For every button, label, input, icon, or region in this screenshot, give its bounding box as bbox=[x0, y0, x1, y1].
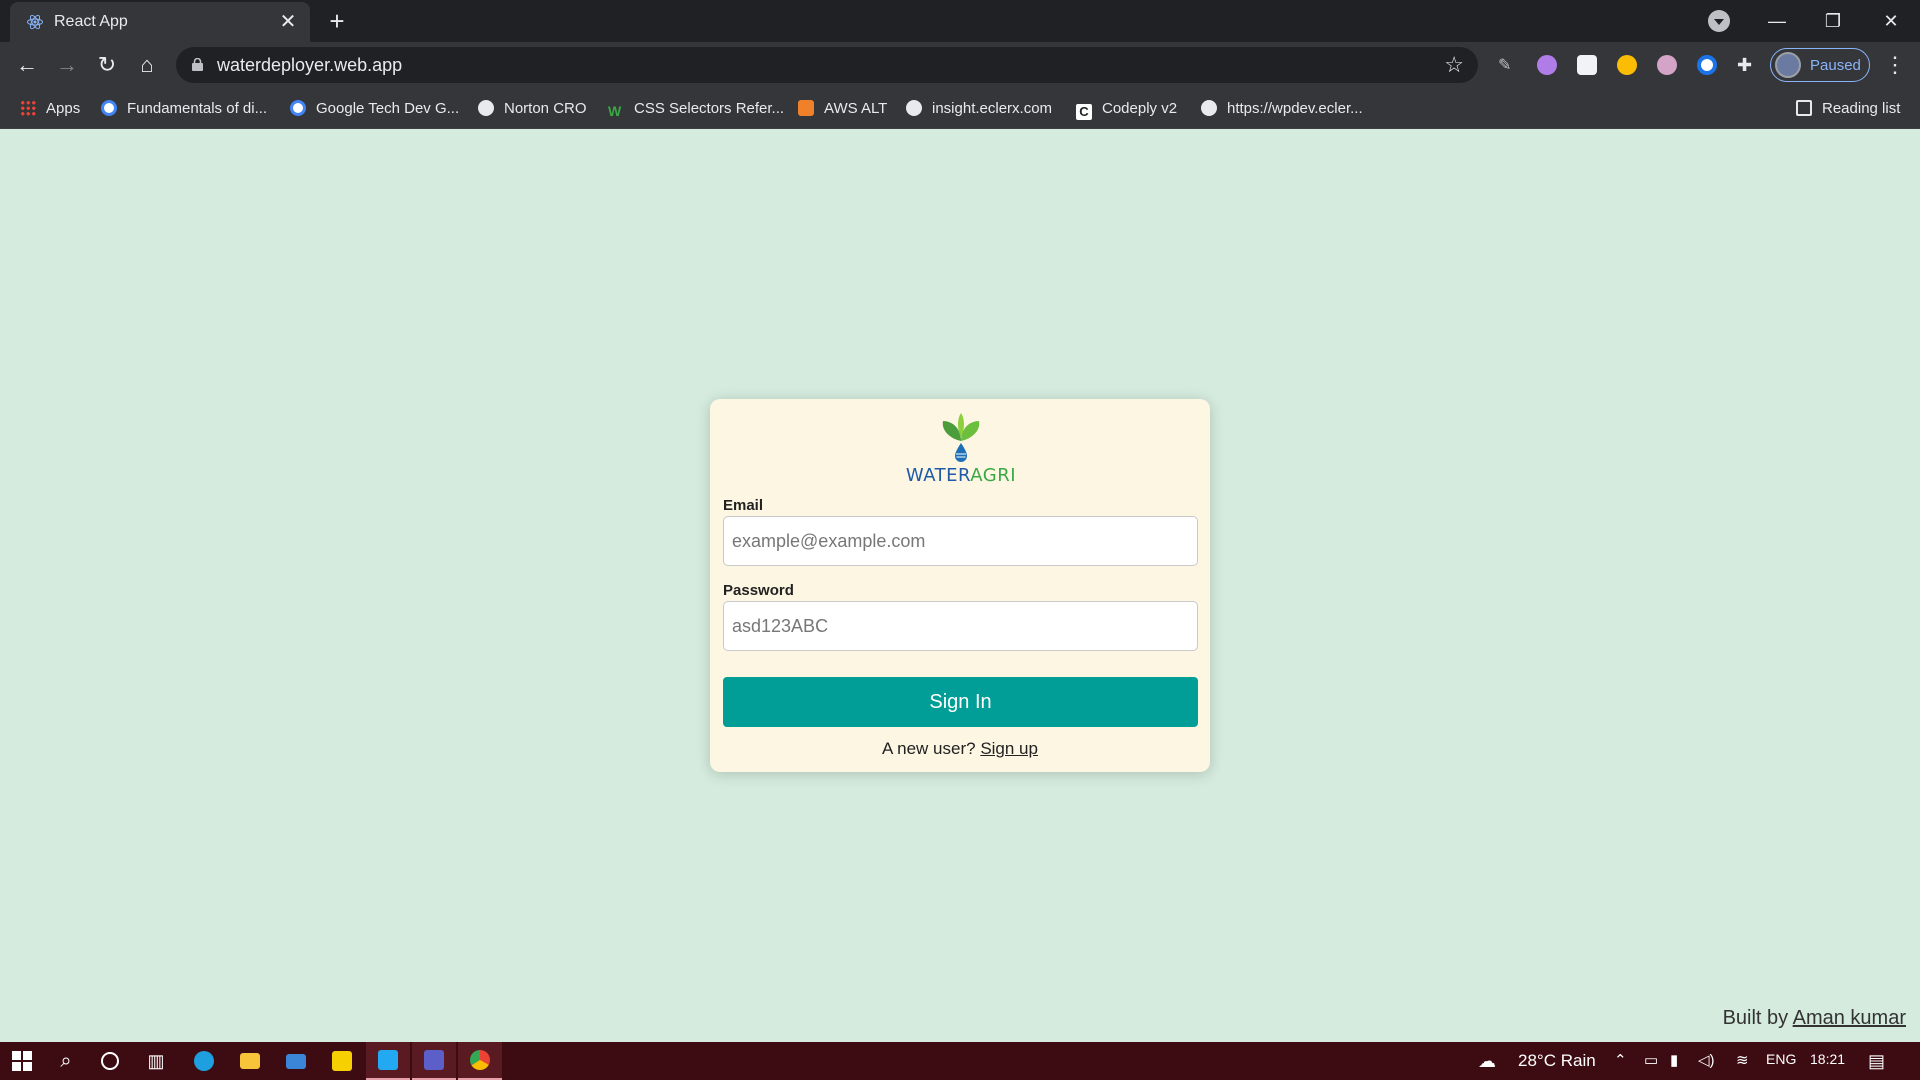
google-icon bbox=[101, 100, 117, 116]
extension-calendar-icon[interactable] bbox=[1577, 55, 1597, 75]
new-user-text: A new user? bbox=[882, 739, 976, 758]
back-icon[interactable]: ← bbox=[12, 50, 42, 80]
author-link[interactable]: Aman kumar bbox=[1793, 1007, 1906, 1029]
page-body: WATERAGRI Email Password Sign In A new u… bbox=[0, 129, 1920, 1042]
avatar bbox=[1775, 52, 1801, 78]
weather-text[interactable]: 28°C Rain bbox=[1518, 1051, 1596, 1071]
bookmark-aws-alt[interactable]: AWS ALT bbox=[798, 98, 887, 120]
apps-grid-icon bbox=[20, 100, 36, 116]
vscode-icon[interactable] bbox=[366, 1042, 410, 1080]
address-bar[interactable]: waterdeployer.web.app ☆ bbox=[176, 47, 1478, 83]
volume-icon[interactable]: ◁) bbox=[1698, 1051, 1715, 1069]
search-icon[interactable]: ⌕ bbox=[44, 1042, 88, 1080]
tab-title: React App bbox=[54, 13, 128, 30]
mail-icon[interactable] bbox=[274, 1042, 318, 1080]
minimize-icon[interactable]: — bbox=[1754, 6, 1800, 36]
brand-name: WATERAGRI bbox=[905, 465, 1017, 486]
file-explorer-icon[interactable] bbox=[228, 1042, 272, 1080]
bookmark-wpdev[interactable]: https://wpdev.ecler... bbox=[1201, 98, 1363, 120]
react-icon bbox=[27, 14, 43, 30]
windows-start-icon[interactable] bbox=[0, 1042, 44, 1080]
browser-menu-icon[interactable]: ⋮ bbox=[1884, 50, 1906, 80]
tray-overflow-icon[interactable]: ⌃ bbox=[1614, 1051, 1627, 1069]
built-by-text: Built by bbox=[1722, 1007, 1789, 1029]
bookmark-codeply[interactable]: C Codeply v2 bbox=[1076, 98, 1177, 120]
clock[interactable]: 18:21 bbox=[1810, 1051, 1845, 1067]
profile-button[interactable]: Paused bbox=[1770, 48, 1870, 82]
tab-strip: React App ✕ + — ❐ ✕ bbox=[0, 0, 1920, 42]
url-text: waterdeployer.web.app bbox=[217, 55, 403, 75]
lock-icon bbox=[192, 58, 203, 71]
profile-status: Paused bbox=[1810, 57, 1861, 74]
language-indicator[interactable]: ENG bbox=[1766, 1051, 1796, 1067]
browser-chrome: React App ✕ + — ❐ ✕ ← → ↻ ⌂ waterdeploye… bbox=[0, 0, 1920, 129]
tab-search-icon[interactable] bbox=[1708, 10, 1730, 32]
bookmark-insight-eclerx[interactable]: insight.eclerx.com bbox=[906, 98, 1052, 120]
task-view-icon[interactable]: ▥ bbox=[134, 1042, 178, 1080]
meet-icon[interactable]: ▭ bbox=[1644, 1051, 1658, 1069]
bookmark-star-icon[interactable]: ☆ bbox=[1444, 52, 1464, 78]
bookmark-apps[interactable]: Apps bbox=[20, 98, 80, 120]
restore-icon[interactable]: ❐ bbox=[1810, 6, 1856, 36]
weather-icon[interactable]: ☁ bbox=[1478, 1051, 1496, 1072]
bookmark-fundamentals[interactable]: Fundamentals of di... bbox=[101, 98, 267, 120]
globe-icon bbox=[1201, 100, 1217, 116]
battery-icon[interactable]: ▮ bbox=[1670, 1051, 1678, 1069]
globe-icon bbox=[478, 100, 494, 116]
aws-icon bbox=[798, 100, 814, 116]
wateragri-logo: WATERAGRI bbox=[896, 411, 1026, 487]
sign-in-button[interactable]: Sign In bbox=[723, 677, 1198, 727]
extensions-puzzle-icon[interactable]: ✚ bbox=[1737, 55, 1757, 75]
extension-yellow-icon[interactable] bbox=[1617, 55, 1637, 75]
sign-up-link[interactable]: Sign up bbox=[980, 739, 1038, 758]
globe-icon bbox=[906, 100, 922, 116]
bookmark-google-tech[interactable]: Google Tech Dev G... bbox=[290, 98, 459, 120]
cortana-icon[interactable] bbox=[88, 1042, 132, 1080]
login-card: WATERAGRI Email Password Sign In A new u… bbox=[710, 399, 1210, 772]
bookmark-norton-cro[interactable]: Norton CRO bbox=[478, 98, 587, 120]
w3-icon: W bbox=[608, 103, 622, 119]
reading-list-icon bbox=[1796, 100, 1812, 116]
forward-icon[interactable]: → bbox=[52, 50, 82, 80]
signup-prompt: A new user? Sign up bbox=[710, 739, 1210, 759]
leaf-drop-icon bbox=[942, 413, 980, 462]
browser-toolbar: ← → ↻ ⌂ waterdeployer.web.app ☆ ✎ ✚ Paus… bbox=[0, 42, 1920, 88]
pen-extension-icon[interactable]: ✎ bbox=[1498, 55, 1518, 75]
reload-icon[interactable]: ↻ bbox=[92, 50, 122, 80]
extension-eyes-icon[interactable] bbox=[1657, 55, 1677, 75]
chrome-icon[interactable] bbox=[458, 1042, 502, 1080]
teams-icon[interactable] bbox=[412, 1042, 456, 1080]
password-field[interactable] bbox=[723, 601, 1198, 651]
sticky-notes-icon[interactable] bbox=[320, 1042, 364, 1080]
extension-purple-icon[interactable] bbox=[1537, 55, 1557, 75]
google-icon bbox=[290, 100, 306, 116]
extension-ring-icon[interactable] bbox=[1697, 55, 1717, 75]
home-icon[interactable]: ⌂ bbox=[132, 50, 162, 80]
bookmark-css-selectors[interactable]: W CSS Selectors Refer... bbox=[608, 98, 784, 120]
reading-list-button[interactable]: Reading list bbox=[1796, 98, 1900, 120]
codeply-icon: C bbox=[1076, 104, 1092, 120]
close-window-icon[interactable]: ✕ bbox=[1868, 6, 1914, 36]
password-label: Password bbox=[723, 582, 794, 599]
wifi-icon[interactable]: ≋ bbox=[1736, 1051, 1749, 1069]
email-field[interactable] bbox=[723, 516, 1198, 566]
new-tab-button[interactable]: + bbox=[324, 8, 350, 34]
tab-react-app[interactable]: React App ✕ bbox=[10, 2, 310, 42]
edge-icon[interactable] bbox=[182, 1042, 226, 1080]
bookmarks-bar: Apps Fundamentals of di... Google Tech D… bbox=[0, 88, 1920, 129]
email-label: Email bbox=[723, 497, 764, 514]
built-by-footer: Built by Aman kumar bbox=[1723, 1007, 1906, 1030]
notifications-icon[interactable]: ▤ bbox=[1868, 1051, 1885, 1072]
close-tab-icon[interactable]: ✕ bbox=[276, 10, 300, 34]
windows-taskbar: ⌕ ▥ ☁ 28°C Rain ⌃ ▭ ▮ ◁) ≋ ENG 18:21 ▤ bbox=[0, 1042, 1920, 1080]
